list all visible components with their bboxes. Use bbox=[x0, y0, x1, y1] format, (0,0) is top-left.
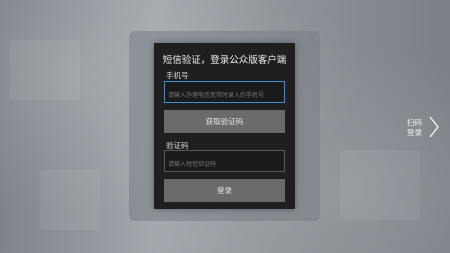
background-shape bbox=[40, 170, 100, 230]
code-field-container bbox=[164, 150, 285, 175]
phone-input[interactable] bbox=[165, 85, 284, 106]
chevron-right-icon[interactable] bbox=[428, 116, 440, 138]
login-button[interactable]: 登录 bbox=[164, 179, 285, 202]
background-shape bbox=[10, 40, 80, 100]
background-shape bbox=[340, 150, 420, 220]
scan-login-link[interactable]: 扫码 登录 bbox=[407, 118, 427, 137]
login-dialog: 短信验证，登录公众版客户端 手机号 获取验证码 验证码 登录 bbox=[154, 43, 295, 209]
phone-field-container bbox=[164, 81, 285, 106]
phone-label: 手机号 bbox=[166, 71, 189, 80]
scan-login-text-1: 扫码 bbox=[407, 118, 422, 127]
dialog-title: 短信验证，登录公众版客户端 bbox=[162, 55, 287, 66]
scan-login-text-2: 登录 bbox=[407, 127, 422, 137]
get-code-button[interactable]: 获取验证码 bbox=[164, 110, 285, 133]
code-input[interactable] bbox=[165, 154, 284, 175]
